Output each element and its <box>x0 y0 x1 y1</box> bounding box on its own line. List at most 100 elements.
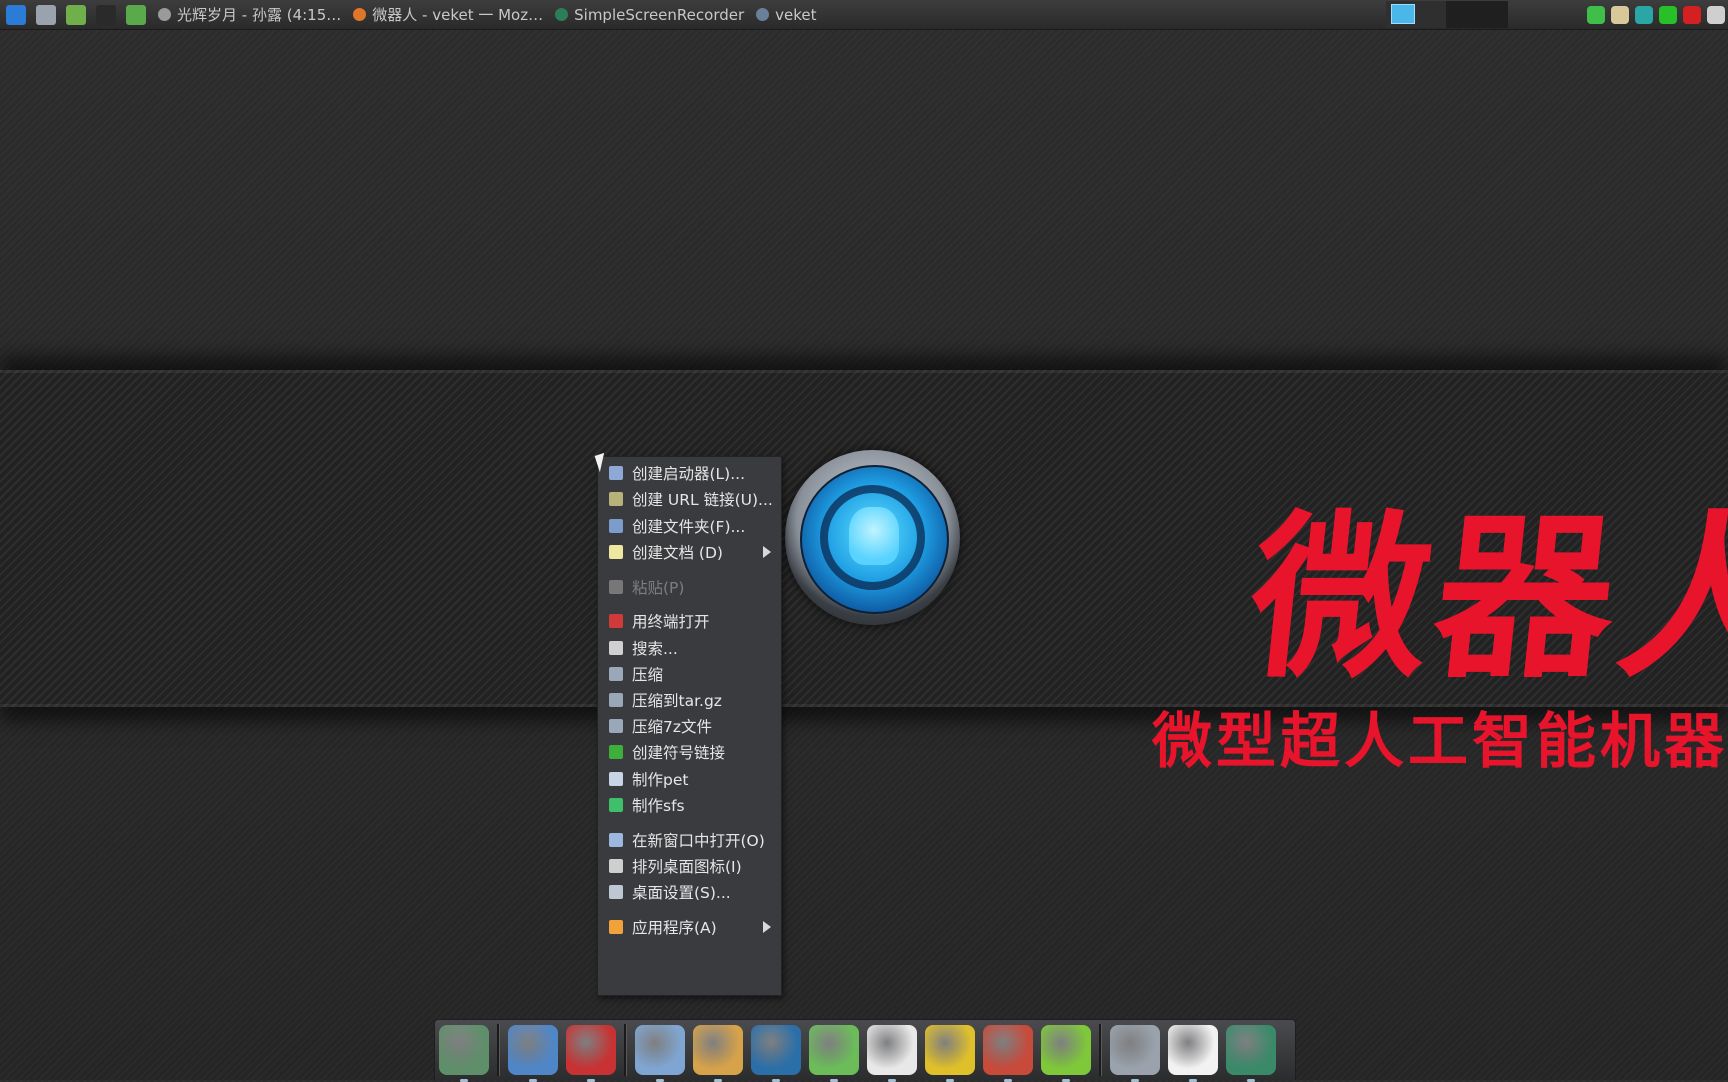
firefox-icon <box>353 8 367 21</box>
exit-door-icon[interactable] <box>925 1025 975 1082</box>
workspace-1[interactable] <box>1386 1 1446 28</box>
network-icon[interactable] <box>1635 5 1653 24</box>
dock-separator <box>497 1024 500 1076</box>
menu-item[interactable]: 压缩 <box>598 661 781 687</box>
shield-icon[interactable] <box>1587 5 1605 24</box>
taskbar-task-label: SimpleScreenRecorder <box>574 5 745 24</box>
recycle-icon <box>609 798 623 812</box>
menu-item[interactable]: 创建文档 (D) <box>598 539 781 565</box>
menu-item[interactable]: 制作pet <box>598 766 781 792</box>
url-link-icon <box>609 492 623 506</box>
terminal-icon[interactable] <box>96 4 116 25</box>
sort-icon <box>609 859 623 873</box>
record-icon[interactable] <box>1683 5 1701 24</box>
wallpaper-title: 微器人 <box>1241 495 1728 702</box>
archive-icon <box>609 667 623 681</box>
menu-item-label: 创建文件夹(F)... <box>632 518 746 536</box>
taskbar-task-label: 微器人 - veket 一 Moz… <box>372 6 544 24</box>
menu-item-label: 用终端打开 <box>632 613 710 631</box>
menu-item-label: 压缩 <box>632 666 664 684</box>
menu-item[interactable]: 创建 URL 链接(U)... <box>598 486 781 512</box>
window-icon <box>609 833 623 847</box>
workspace-pager[interactable] <box>1386 1 1508 28</box>
search-icon <box>609 641 623 655</box>
taskbar-task-label: veket <box>775 5 817 24</box>
taskbar-task[interactable]: 微器人 - veket 一 Moz… <box>353 4 543 25</box>
paste-icon <box>609 580 623 594</box>
menu-item-label: 压缩到tar.gz <box>632 692 722 710</box>
screen-recorder-icon <box>555 8 569 21</box>
monitor-icon <box>1391 4 1415 24</box>
archive-icon <box>609 719 623 733</box>
music-player-icon <box>158 8 171 21</box>
new-document-icon <box>609 545 623 559</box>
menu-item[interactable]: 应用程序(A) <box>598 914 781 940</box>
desktop-settings-icon <box>609 885 623 899</box>
archive-icon <box>609 693 623 707</box>
battery-icon[interactable] <box>1659 5 1677 24</box>
menu-item[interactable]: 创建符号链接 <box>598 739 781 765</box>
menu-item[interactable]: 制作sfs <box>598 792 781 818</box>
menu-item-label: 创建符号链接 <box>632 744 726 762</box>
system-tray <box>1584 0 1728 29</box>
hedgehog-icon[interactable] <box>566 1025 616 1082</box>
text-editor-icon[interactable] <box>635 1025 685 1082</box>
menu-item-label: 创建启动器(L)... <box>632 465 746 483</box>
camera-lens-icon[interactable] <box>1226 1025 1276 1082</box>
menu-item-label: 制作pet <box>632 771 689 789</box>
folder-icon <box>756 8 770 21</box>
settings-gear-icon[interactable] <box>36 4 56 25</box>
sun-brightness-icon[interactable] <box>1168 1025 1218 1082</box>
applications-icon <box>609 920 623 934</box>
taskbar-task[interactable]: veket <box>756 5 817 24</box>
media-play-icon[interactable] <box>66 4 86 25</box>
menu-item-label: 压缩7z文件 <box>632 718 712 736</box>
monitor-icon[interactable] <box>508 1025 558 1082</box>
drive-icon[interactable] <box>1110 1025 1160 1082</box>
new-folder-icon <box>609 519 623 533</box>
penguin-icon[interactable] <box>867 1025 917 1082</box>
menu-item[interactable]: 排列桌面图标(I) <box>598 853 781 879</box>
menu-item-label: 桌面设置(S)... <box>632 884 731 902</box>
chameleon-icon[interactable] <box>439 1025 489 1082</box>
taskbar-task[interactable]: SimpleScreenRecorder <box>555 6 744 24</box>
media-dial-icon[interactable] <box>751 1025 801 1082</box>
menu-item-label: 粘贴(P) <box>632 579 685 597</box>
top-taskbar: 光辉岁月 - 孙露 (4:15… 微器人 - veket 一 Moz… Simple… <box>0 0 1728 30</box>
menu-item-label: 应用程序(A) <box>632 919 717 937</box>
users-globe-icon[interactable] <box>809 1025 859 1082</box>
taskbar-task[interactable]: 光辉岁月 - 孙露 (4:15… <box>158 4 341 25</box>
keyboard-icon[interactable] <box>1707 5 1725 24</box>
wallpaper-subtitle: 微型超人工智能机器 <box>1152 707 1728 777</box>
help-question-icon[interactable] <box>1041 1025 1091 1082</box>
menu-item-label: 制作sfs <box>632 797 685 815</box>
quick-launch-bar <box>0 4 150 25</box>
veket-logo <box>785 450 960 625</box>
menu-item-label: 创建文档 (D) <box>632 544 723 562</box>
menu-item[interactable]: 用终端打开 <box>598 608 781 634</box>
menu-item-label: 搜索... <box>632 640 678 658</box>
task-list: 光辉岁月 - 孙露 (4:15… 微器人 - veket 一 Moz… Simple… <box>158 4 829 25</box>
taskbar-task-label: 光辉岁月 - 孙露 (4:15… <box>177 6 342 24</box>
chevron-right-icon <box>763 921 771 933</box>
menu-item[interactable]: 创建文件夹(F)... <box>598 513 781 539</box>
menu-item-label: 排列桌面图标(I) <box>632 858 742 876</box>
computer-icon <box>609 772 623 786</box>
clipboard-icon[interactable] <box>1611 5 1629 24</box>
menu-item[interactable]: 桌面设置(S)... <box>598 879 781 905</box>
menu-item[interactable]: 创建启动器(L)... <box>598 460 781 486</box>
system-monitor-icon[interactable] <box>6 4 26 25</box>
terminal-icon <box>609 614 623 628</box>
desktop-context-menu: 创建启动器(L)... 创建 URL 链接(U)... 创建文件夹(F)... 创建文… <box>597 456 782 996</box>
menu-item[interactable]: 在新窗口中打开(O) <box>598 827 781 853</box>
launcher-icon <box>609 466 623 480</box>
menu-item[interactable]: 压缩到tar.gz <box>598 687 781 713</box>
menu-item-label: 创建 URL 链接(U)... <box>632 491 773 509</box>
menu-item: 粘贴(P) <box>598 574 781 600</box>
menu-item[interactable]: 压缩7z文件 <box>598 713 781 739</box>
menu-item[interactable]: 搜索... <box>598 635 781 661</box>
chart-icon[interactable] <box>983 1025 1033 1082</box>
globe-icon[interactable] <box>126 4 146 25</box>
menu-item-label: 在新窗口中打开(O) <box>632 832 765 850</box>
paint-palette-icon[interactable] <box>693 1025 743 1082</box>
